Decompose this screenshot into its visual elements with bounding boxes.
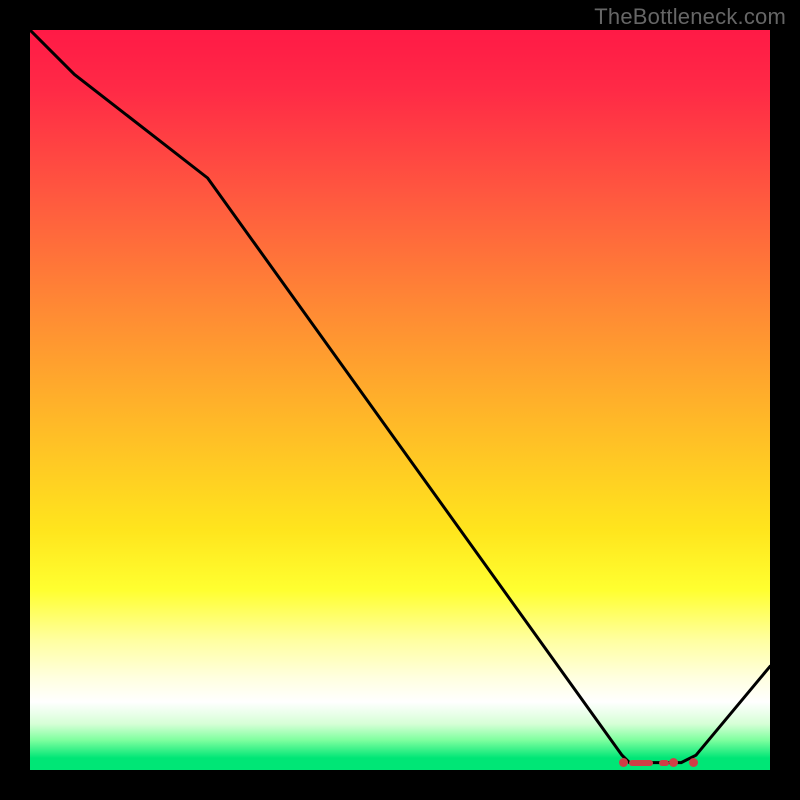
- chart-frame: TheBottleneck.com: [0, 0, 800, 800]
- optimal-marker-dot: [689, 758, 698, 767]
- optimal-zone-markers: [30, 30, 770, 770]
- optimal-marker-dot: [669, 758, 678, 767]
- optimal-marker-dash: [659, 760, 669, 766]
- optimal-marker-dash: [629, 760, 653, 766]
- optimal-marker-dot: [619, 758, 628, 767]
- plot-area: [30, 30, 770, 770]
- watermark-text: TheBottleneck.com: [594, 4, 786, 30]
